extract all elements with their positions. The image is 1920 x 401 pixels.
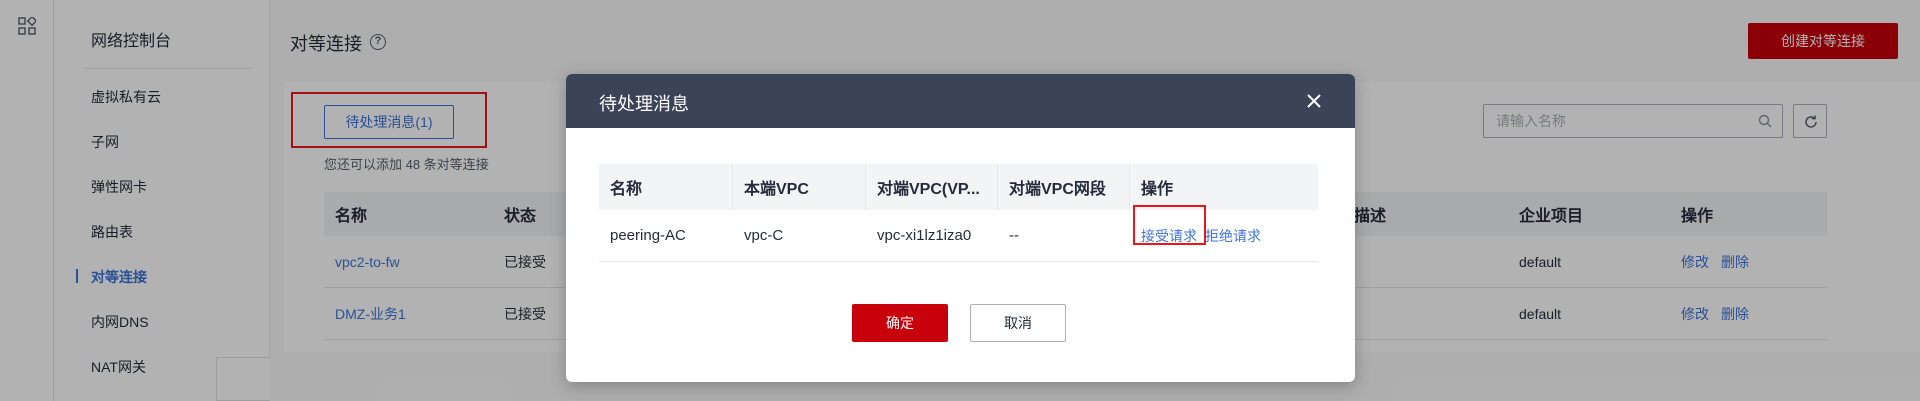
- row-local-vpc: vpc-C: [744, 227, 784, 244]
- pending-row: peering-AC vpc-C vpc-xi1lz1iza0 -- 接受请求 …: [599, 210, 1318, 262]
- col-peer-vpc: 对端VPC(VP...: [866, 164, 998, 210]
- dialog-title: 待处理消息: [599, 94, 689, 114]
- col-local-vpc: 本端VPC: [733, 164, 866, 210]
- confirm-button[interactable]: 确定: [852, 304, 948, 342]
- cancel-button[interactable]: 取消: [970, 304, 1066, 342]
- page: 网络控制台 虚拟私有云 子网 弹性网卡 路由表 对等连接 内网DNS NAT网关…: [0, 0, 1920, 401]
- reject-request-link[interactable]: 拒绝请求: [1205, 226, 1261, 246]
- row-peer-cidr: --: [1009, 227, 1019, 244]
- col-ops: 操作: [1141, 181, 1174, 198]
- dialog-header: 待处理消息: [566, 74, 1355, 128]
- row-peer-vpc: vpc-xi1lz1iza0: [877, 227, 972, 244]
- col-peer-cidr: 对端VPC网段: [998, 164, 1130, 210]
- pending-messages-dialog: 待处理消息 名称 本端VPC 对端VPC(VP... 对端VPC网段 操作 pe…: [566, 74, 1355, 382]
- close-icon[interactable]: [1305, 92, 1323, 110]
- row-name: peering-AC: [610, 227, 686, 244]
- col-name: 名称: [599, 164, 733, 210]
- accept-highlight-box: [1133, 205, 1206, 245]
- pending-table-header: 名称 本端VPC 对端VPC(VP... 对端VPC网段 操作: [599, 164, 1318, 210]
